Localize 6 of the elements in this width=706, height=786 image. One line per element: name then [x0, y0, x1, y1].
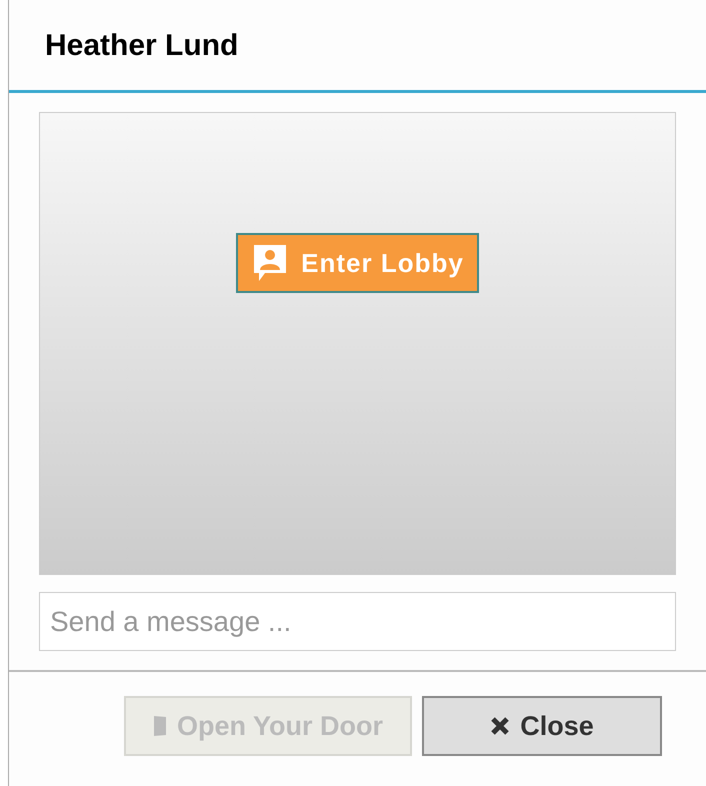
- close-button[interactable]: Close: [422, 696, 662, 756]
- enter-lobby-button[interactable]: Enter Lobby: [236, 233, 479, 293]
- close-icon: [490, 716, 510, 736]
- door-icon: [152, 715, 167, 737]
- dialog-title: Heather Lund: [45, 28, 238, 64]
- message-field[interactable]: Send a message ...: [39, 592, 676, 651]
